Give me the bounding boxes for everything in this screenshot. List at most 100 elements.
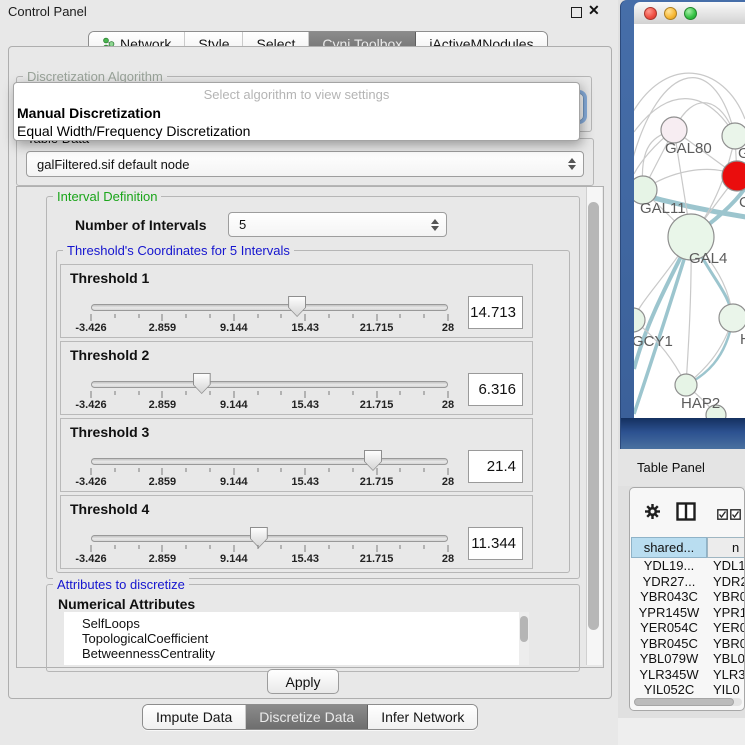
- horizontal-scrollbar[interactable]: [634, 698, 742, 706]
- column-header-name[interactable]: n: [707, 537, 745, 558]
- network-view-window: GAL80GACGAL11GAL4GCY1HHAP2: [620, 0, 745, 449]
- table-data-value: galFiltered.sif default node: [37, 157, 189, 172]
- slider-ticks: [91, 545, 448, 552]
- table-body[interactable]: YDL19...YDL1YDR27...YDR2YBR043CYBR0YPR14…: [631, 558, 745, 697]
- table-row[interactable]: YBR045CYBR0: [631, 636, 745, 652]
- table-row[interactable]: YER054CYER0: [631, 620, 745, 636]
- minimize-window-icon[interactable]: [664, 7, 677, 20]
- network-node[interactable]: [722, 161, 745, 191]
- cell-name[interactable]: YBR0: [707, 636, 745, 652]
- close-window-icon[interactable]: [644, 7, 657, 20]
- network-canvas[interactable]: GAL80GACGAL11GAL4GCY1HHAP2: [634, 24, 745, 418]
- threshold-3-slider[interactable]: -3.4262.8599.14415.4321.71528: [91, 449, 448, 489]
- threshold-4-label: Threshold 4: [70, 501, 149, 517]
- cyni-mode-tabs: Impute Data Discretize Data Infer Networ…: [142, 704, 478, 730]
- threshold-4-value-field[interactable]: 11.344: [468, 527, 523, 560]
- cell-name[interactable]: YIL0: [707, 682, 745, 697]
- slider-track[interactable]: [91, 458, 448, 465]
- list-item[interactable]: TopologicalCoefficient: [64, 631, 529, 646]
- cell-shared-name[interactable]: YPR145W: [631, 605, 707, 621]
- slider-track[interactable]: [91, 304, 448, 311]
- node-label: GA: [738, 145, 745, 162]
- gear-icon[interactable]: [644, 503, 661, 525]
- cell-name[interactable]: YDL1: [707, 558, 745, 574]
- node-label: GAL4: [689, 250, 727, 267]
- cell-name[interactable]: YBR0: [707, 589, 745, 605]
- threshold-4-slider[interactable]: -3.4262.8599.14415.4321.71528: [91, 526, 448, 566]
- slider-track[interactable]: [91, 381, 448, 388]
- list-scrollbar-thumb[interactable]: [520, 616, 528, 642]
- threshold-3-value-field[interactable]: 21.4: [468, 450, 523, 483]
- table-row[interactable]: YDR27...YDR2: [631, 574, 745, 590]
- table-header-row: shared... n: [631, 537, 745, 558]
- float-window-icon[interactable]: [571, 7, 582, 18]
- combo-stepper-icon: [568, 158, 576, 170]
- threshold-2-slider[interactable]: -3.4262.8599.14415.4321.71528: [91, 372, 448, 412]
- horizontal-scrollbar-thumb[interactable]: [634, 698, 734, 706]
- table-row[interactable]: YIL052CYIL0: [631, 682, 745, 697]
- table-row[interactable]: YLR345WYLR3: [631, 667, 745, 683]
- network-node[interactable]: [719, 304, 745, 332]
- attributes-group-label: Attributes to discretize: [53, 577, 189, 592]
- checkbox-checked-icon[interactable]: [717, 507, 728, 525]
- control-panel-window: Control Panel ✕ Network Style Select Cyn…: [0, 0, 619, 745]
- cell-shared-name[interactable]: YDR27...: [631, 574, 707, 590]
- cell-shared-name[interactable]: YBR043C: [631, 589, 707, 605]
- slider-track[interactable]: [91, 535, 448, 542]
- network-window-bottom-frame: [621, 418, 745, 449]
- cell-shared-name[interactable]: YBR045C: [631, 636, 707, 652]
- cell-name[interactable]: YPR1: [707, 605, 745, 621]
- slider-tick-labels: -3.4262.8599.14415.4321.71528: [91, 399, 448, 411]
- slider-ticks: [91, 391, 448, 398]
- list-item[interactable]: BetweennessCentrality: [64, 646, 529, 661]
- threshold-2-panel: Threshold 2 -3.4262.8599.14415.4321.7152…: [60, 341, 533, 415]
- number-of-intervals-label: Number of Intervals: [75, 217, 206, 233]
- cell-name[interactable]: YLR3: [707, 667, 745, 683]
- close-icon[interactable]: ✕: [588, 2, 600, 19]
- algorithm-placeholder: Select algorithm to view settings: [14, 83, 579, 104]
- network-graph: [634, 24, 745, 418]
- cell-shared-name[interactable]: YBL079W: [631, 651, 707, 667]
- tab-discretize-data-label: Discretize Data: [259, 709, 354, 725]
- table-row[interactable]: YPR145WYPR1: [631, 605, 745, 621]
- tab-impute-data[interactable]: Impute Data: [143, 705, 246, 729]
- threshold-1-value-field[interactable]: 14.713: [468, 296, 523, 329]
- table-row[interactable]: YBL079WYBL0: [631, 651, 745, 667]
- cell-name[interactable]: YDR2: [707, 574, 745, 590]
- column-header-shared-name[interactable]: shared...: [631, 537, 707, 558]
- threshold-2-value-field[interactable]: 6.316: [468, 373, 523, 406]
- algorithm-option-equal-width[interactable]: Equal Width/Frequency Discretization: [14, 122, 579, 140]
- slider-tick-labels: -3.4262.8599.14415.4321.71528: [91, 322, 448, 334]
- network-window-titlebar[interactable]: [634, 2, 745, 25]
- threshold-3-panel: Threshold 3 -3.4262.8599.14415.4321.7152…: [60, 418, 533, 492]
- number-of-intervals-combobox[interactable]: 5: [228, 212, 447, 237]
- cell-shared-name[interactable]: YDL19...: [631, 558, 707, 574]
- vertical-scrollbar-thumb[interactable]: [588, 202, 599, 630]
- cell-shared-name[interactable]: YER054C: [631, 620, 707, 636]
- tab-discretize-data[interactable]: Discretize Data: [246, 705, 368, 729]
- threshold-1-slider[interactable]: -3.4262.8599.14415.4321.71528: [91, 295, 448, 335]
- slider-ticks: [91, 314, 448, 321]
- cell-shared-name[interactable]: YLR345W: [631, 667, 707, 683]
- thresholds-group-label: Threshold's Coordinates for 5 Intervals: [63, 243, 294, 258]
- table-row[interactable]: YDL19...YDL1: [631, 558, 745, 574]
- slider-tick-labels: -3.4262.8599.14415.4321.71528: [91, 553, 448, 565]
- zoom-window-icon[interactable]: [684, 7, 697, 20]
- apply-button[interactable]: Apply: [267, 669, 339, 694]
- cell-shared-name[interactable]: YIL052C: [631, 682, 707, 697]
- cell-name[interactable]: YER0: [707, 620, 745, 636]
- cell-name[interactable]: YBL0: [707, 651, 745, 667]
- window-title: Control Panel: [8, 4, 87, 19]
- numerical-attributes-list[interactable]: SelfLoops TopologicalCoefficient Between…: [64, 612, 529, 665]
- node-label: H: [740, 331, 745, 348]
- table-row[interactable]: YBR043CYBR0: [631, 589, 745, 605]
- list-item[interactable]: SelfLoops: [64, 616, 529, 631]
- table-data-combobox[interactable]: galFiltered.sif default node: [26, 151, 584, 177]
- tab-infer-network[interactable]: Infer Network: [368, 705, 477, 729]
- node-label: GAL11: [640, 200, 686, 217]
- algorithm-option-manual[interactable]: Manual Discretization: [14, 104, 579, 122]
- checkbox-checked-icon[interactable]: [730, 507, 741, 525]
- slider-ticks: [91, 468, 448, 475]
- network-node[interactable]: [675, 374, 697, 396]
- split-panel-icon[interactable]: [676, 502, 696, 526]
